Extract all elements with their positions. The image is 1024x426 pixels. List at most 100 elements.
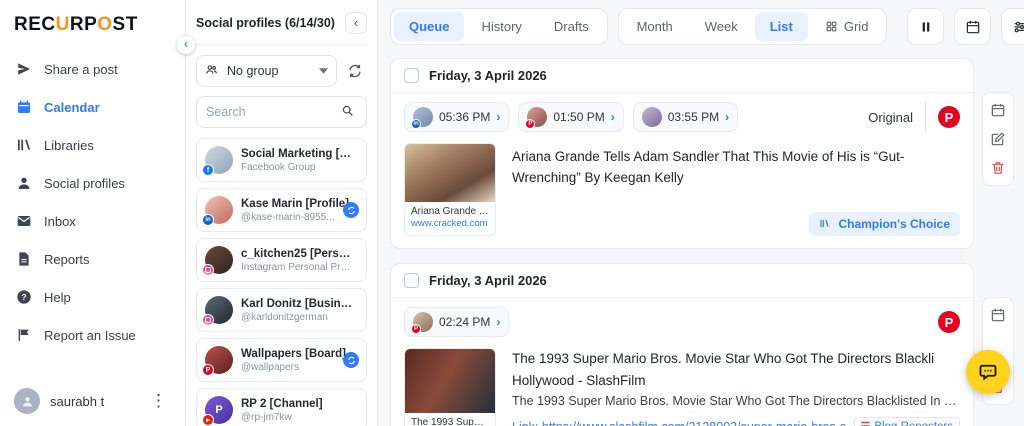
sidebar-item-label: Reports <box>44 252 90 267</box>
champions-choice-badge[interactable]: Champion's Choice <box>809 212 960 236</box>
profile-subtitle: @wallpapers <box>241 362 353 373</box>
avatar <box>642 107 662 127</box>
profile-name: Social Marketing [Grou... <box>241 148 353 160</box>
time-slots-row: in 05:36 PM › P 01:50 PM › 03:55 PM <box>391 93 973 137</box>
champions-choice-label: Champion's Choice <box>838 217 950 231</box>
time-slots-row: P 02:24 PM › P <box>391 298 973 342</box>
profile-item-linkedin[interactable]: in Kase Marin [Profile] @kase-marin-8955… <box>196 188 367 232</box>
kebab-menu-icon[interactable]: ⋮ <box>146 391 171 411</box>
sidebar-item-reports[interactable]: Reports <box>0 240 185 278</box>
tab-drafts[interactable]: Drafts <box>539 12 604 41</box>
divider <box>925 102 926 132</box>
sidebar-item-label: Help <box>44 290 71 305</box>
tab-history[interactable]: History <box>466 12 536 41</box>
chevron-right-icon: › <box>725 110 729 124</box>
profile-subtitle: @kase-marin-8955... <box>241 212 353 223</box>
social-profiles-panel: Social profiles (6/14/30) ‹ No group f S… <box>186 0 378 426</box>
search-input[interactable] <box>206 105 335 119</box>
tab-queue[interactable]: Queue <box>394 12 464 41</box>
avatar: P <box>527 107 547 127</box>
schedule-icon[interactable] <box>990 307 1006 323</box>
chat-bubble-icon <box>978 362 998 382</box>
delete-icon[interactable] <box>990 160 1006 176</box>
user-name: saurabh t <box>50 394 136 409</box>
refresh-profiles-button[interactable] <box>343 59 367 83</box>
sidebar-item-libraries[interactable]: Libraries <box>0 126 185 164</box>
library-red-icon: ☰ <box>861 420 871 426</box>
time-slot-chip[interactable]: in 05:36 PM › <box>404 102 509 132</box>
profile-subtitle: Facebook Group <box>241 162 353 173</box>
sidebar-collapse-button[interactable]: ‹ <box>177 36 195 54</box>
sidebar-item-report-an-issue[interactable]: Report an Issue <box>0 316 185 354</box>
view-grid[interactable]: Grid <box>810 12 884 41</box>
facebook-icon: f <box>202 164 214 176</box>
post-title-line2: Hollywood - SlashFilm <box>512 370 960 392</box>
panel-collapse-button[interactable]: ‹ <box>345 12 367 34</box>
edit-icon[interactable] <box>990 131 1006 147</box>
help-icon: ? <box>16 289 32 305</box>
profile-text: Wallpapers [Board] @wallpapers <box>241 348 358 373</box>
sidebar-item-calendar[interactable]: Calendar <box>0 88 185 126</box>
view-month[interactable]: Month <box>622 12 688 41</box>
profile-item-instagram-business[interactable]: Karl Donitz [Business ... @karldonitzger… <box>196 288 367 332</box>
post-row: The 1993 Super... The 1993 Super Mario B… <box>391 342 973 426</box>
group-filter-value: No group <box>227 64 278 78</box>
calendar-toolbar: Queue History Drafts Month Week List Gri… <box>390 8 1014 45</box>
schedule-icon[interactable] <box>990 102 1006 118</box>
post-description: The 1993 Super Mario Bros. Movie Star Wh… <box>512 394 960 408</box>
post-thumbnail[interactable]: Ariana Grande T... www.cracked.com <box>404 143 496 236</box>
post-text: Ariana Grande Tells Adam Sandler That Th… <box>512 143 952 189</box>
profile-item-pinterest-board[interactable]: P Wallpapers [Board] @wallpapers <box>196 338 367 382</box>
profile-subtitle: @karldonitzgerman <box>241 312 353 323</box>
profile-name: Wallpapers [Board] <box>241 348 353 360</box>
group-filter-dropdown[interactable]: No group <box>196 55 337 87</box>
time-slot-chip[interactable]: 03:55 PM › <box>633 102 738 132</box>
view-list[interactable]: List <box>755 12 808 41</box>
time-slot-chip[interactable]: P 01:50 PM › <box>518 102 623 132</box>
view-switcher-group: Month Week List Grid <box>618 8 888 45</box>
avatar: P <box>413 312 433 332</box>
select-day-checkbox[interactable] <box>404 273 419 288</box>
sidebar-item-social-profiles[interactable]: Social profiles <box>0 164 185 202</box>
avatar <box>14 388 40 414</box>
person-icon <box>16 175 32 191</box>
sidebar-item-help[interactable]: ? Help <box>0 278 185 316</box>
queue-list: Friday, 3 April 2026 in 05:36 PM › P 01:… <box>390 58 1014 426</box>
library-icon <box>16 137 32 153</box>
post-body: Ariana Grande Tells Adam Sandler That Th… <box>512 143 960 236</box>
sidebar: RECURPOST Share a post Calendar Librarie… <box>0 0 186 426</box>
thumbnail-image <box>405 349 495 413</box>
profile-list: f Social Marketing [Grou... Facebook Gro… <box>196 138 367 426</box>
profile-text: Karl Donitz [Business ... @karldonitzger… <box>241 298 358 323</box>
profile-text: c_kitchen25 [Personal ... Instagram Pers… <box>241 248 358 273</box>
post-thumbnail[interactable]: The 1993 Super... <box>404 348 496 426</box>
profile-text: Social Marketing [Grou... Facebook Group <box>241 148 358 173</box>
svg-text:?: ? <box>21 292 26 302</box>
pause-queue-button[interactable] <box>907 8 944 45</box>
view-week[interactable]: Week <box>690 12 753 41</box>
user-account-row[interactable]: saurabh t ⋮ <box>0 376 185 426</box>
linkedin-icon: in <box>202 214 214 226</box>
profile-item-facebook-group[interactable]: f Social Marketing [Grou... Facebook Gro… <box>196 138 367 182</box>
post-link[interactable]: Link: https://www.slashfilm.com/2138003/… <box>512 420 846 426</box>
time-slot-chip[interactable]: P 02:24 PM › <box>404 307 509 337</box>
post-row: Ariana Grande T... www.cracked.com Arian… <box>391 137 973 248</box>
avatar: P <box>205 346 233 374</box>
pinterest-icon: P <box>202 364 214 376</box>
date-picker-button[interactable] <box>954 8 991 45</box>
profile-item-channel[interactable]: P▸ RP 2 [Channel] @rp-jm7kw <box>196 388 367 426</box>
pinterest-icon: P <box>411 324 421 334</box>
filter-settings-button[interactable] <box>1001 8 1024 45</box>
original-label: Original <box>868 110 913 125</box>
card-header: Friday, 3 April 2026 <box>391 59 973 93</box>
blog-reposters-chip[interactable]: ☰ Blog Reposters <box>854 417 961 426</box>
sidebar-item-inbox[interactable]: Inbox <box>0 202 185 240</box>
sidebar-item-share-a-post[interactable]: Share a post <box>0 50 185 88</box>
chat-widget-button[interactable] <box>966 350 1010 394</box>
select-day-checkbox[interactable] <box>404 68 419 83</box>
pinterest-icon: P <box>938 311 960 333</box>
profile-item-instagram-personal[interactable]: c_kitchen25 [Personal ... Instagram Pers… <box>196 238 367 282</box>
logo-part: ST <box>113 14 138 35</box>
panel-title: Social profiles (6/14/30) <box>196 16 335 30</box>
card-date: Friday, 3 April 2026 <box>429 68 547 83</box>
